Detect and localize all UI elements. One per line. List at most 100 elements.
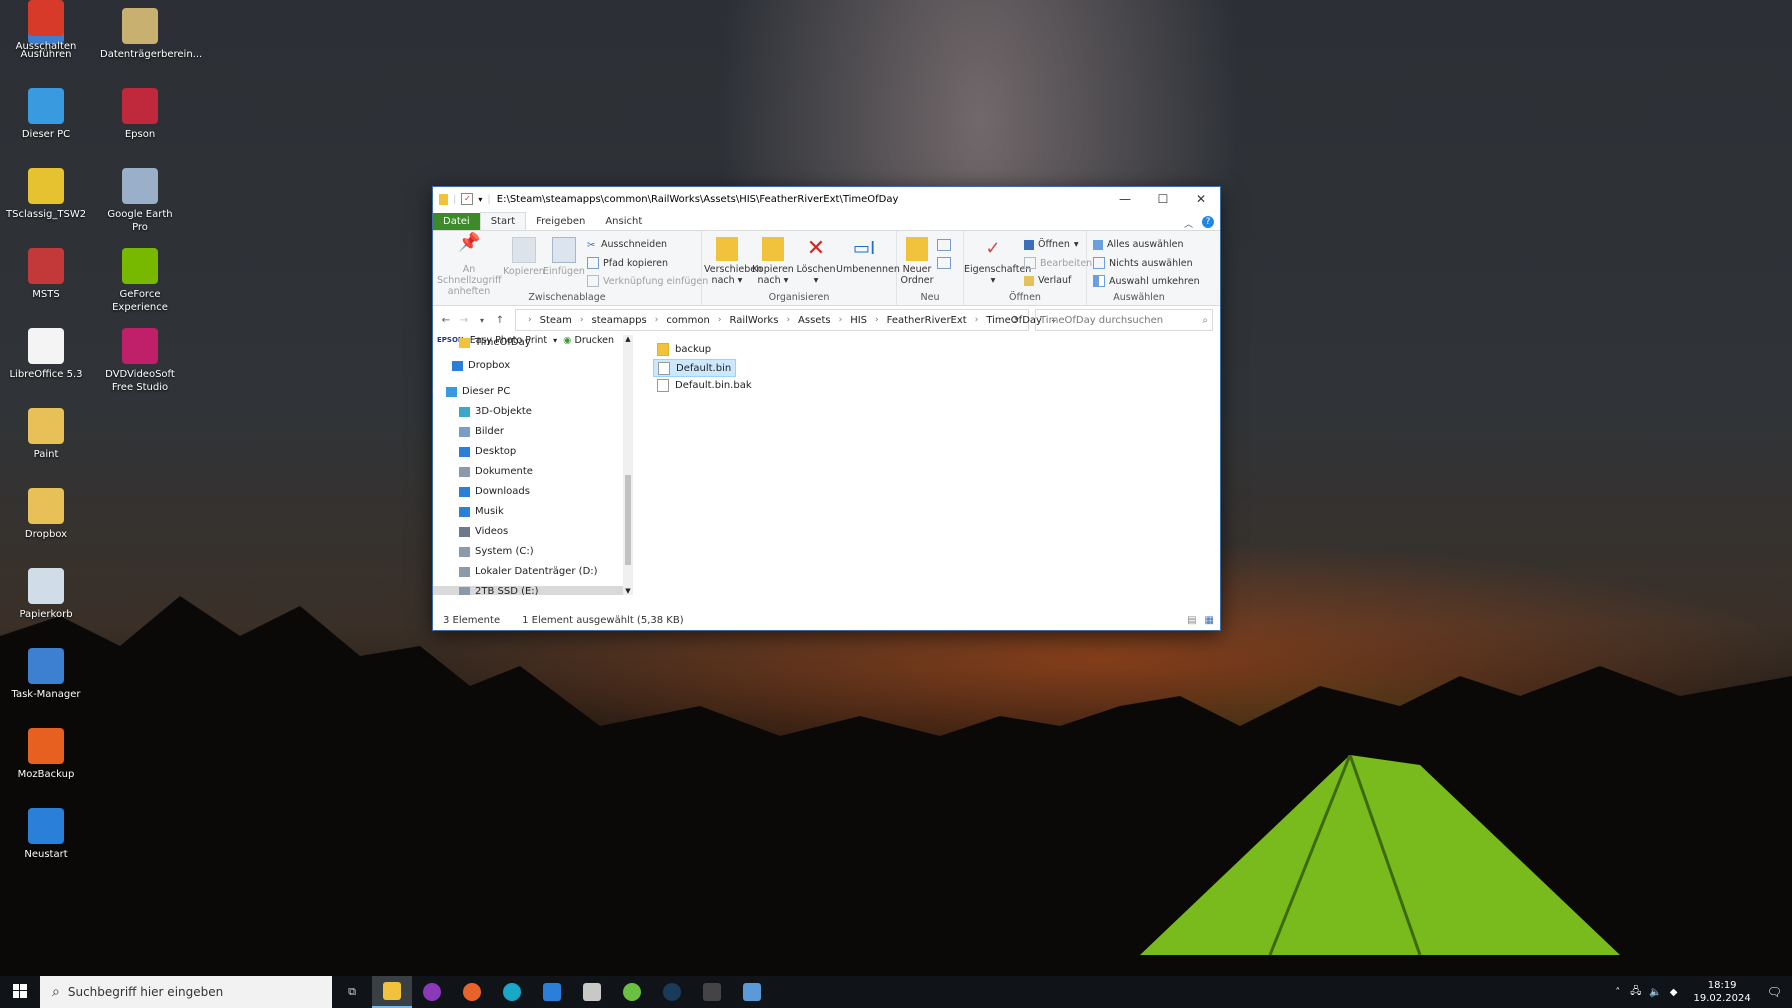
task-view-icon[interactable]: ⧉ [332,976,372,1008]
breadcrumb-item[interactable]: HIS [850,315,867,326]
paste-button[interactable]: Einfügen [541,237,587,277]
desktop-icon[interactable]: DVDVideoSoft Free Studio [100,328,180,394]
forward-arrow-icon[interactable]: → [455,315,473,326]
chevron-right-icon[interactable]: › [975,315,979,325]
recent-chevron-icon[interactable]: ▾ [473,316,491,325]
desktop-icon[interactable]: GeForce Experience [100,248,180,314]
cut-button[interactable]: ✂ Ausschneiden [587,239,667,251]
breadcrumb-item[interactable]: common [666,315,710,326]
scroll-down-arrow-icon[interactable]: ▼ [623,587,633,595]
properties-quick-icon[interactable]: ✓ [461,193,474,205]
chevron-right-icon[interactable]: › [580,315,584,325]
tree-item[interactable]: Dokumente [459,466,533,477]
taskbar-search-box[interactable]: ⌕ Suchbegriff hier eingeben [40,976,332,1008]
close-button[interactable]: ✕ [1182,187,1220,211]
network-icon[interactable]: 🖧 [1630,984,1641,1001]
tb-app-taskbar-icon[interactable] [692,976,732,1008]
back-arrow-icon[interactable]: ← [437,315,455,326]
taskbar-search-input[interactable]: Suchbegriff hier eingeben [68,985,223,999]
invert-selection-button[interactable]: Auswahl umkehren [1093,275,1200,287]
desktop-icon[interactable]: Ausschalten [6,0,86,53]
tree-item[interactable]: Bilder [459,426,504,437]
chevron-right-icon[interactable]: › [839,315,843,325]
tab-ansicht[interactable]: Ansicht [595,213,652,230]
title-bar[interactable]: | ✓ ▾ | E:\Steam\steamapps\common\RailWo… [433,187,1220,211]
tree-item[interactable]: Lokaler Datenträger (D:) [459,566,598,577]
file-explorer-taskbar-icon[interactable] [372,976,412,1008]
move-to-button[interactable]: Verschieben nach ▾ [704,237,762,286]
navigation-pane[interactable]: TimeOfDay Dropbox Dieser PC 3D-Objekte Bilde… [433,335,623,595]
file-item[interactable]: Default.bin.bak [653,377,756,393]
copy-path-button[interactable]: Pfad kopieren [587,257,668,269]
tree-item[interactable]: Musik [459,506,504,517]
steam-taskbar-icon[interactable] [652,976,692,1008]
chevron-right-icon[interactable]: › [528,315,532,325]
desktop-icon[interactable]: MozBackup [6,728,86,781]
collapse-ribbon-icon[interactable]: ︿ [1184,217,1198,230]
home-app-taskbar-icon[interactable] [572,976,612,1008]
desktop-icon[interactable]: MSTS [6,248,86,301]
desktop-icon[interactable]: Dieser PC [6,88,86,141]
breadcrumb-item[interactable]: RailWorks [729,315,778,326]
breadcrumb-item[interactable]: Assets [798,315,831,326]
tree-item[interactable]: 3D-Objekte [459,406,532,417]
breadcrumb-item[interactable]: steamapps [592,315,647,326]
breadcrumb[interactable]: › Steam › steamapps › common › RailWorks › Asset… [515,309,1058,331]
new-folder-button[interactable]: Neuer Ordner [899,237,935,286]
tree-item[interactable]: Videos [459,526,508,537]
volume-icon[interactable]: 🔈 [1649,987,1661,998]
scroll-thumb[interactable] [625,475,631,565]
tab-freigeben[interactable]: Freigeben [526,213,595,230]
clock[interactable]: 18:19 19.02.2024 [1694,979,1751,1005]
desktop-icon[interactable]: Papierkorb [6,568,86,621]
train-app-taskbar-icon[interactable] [732,976,772,1008]
maximize-button[interactable]: ☐ [1144,187,1182,211]
desktop-icon[interactable]: Google Earth Pro [100,168,180,234]
edge-taskbar-icon[interactable] [492,976,532,1008]
chevron-right-icon[interactable]: › [718,315,722,325]
mail-taskbar-icon[interactable] [532,976,572,1008]
copy-to-button[interactable]: Kopieren nach ▾ [750,237,796,286]
firefox-taskbar-icon[interactable] [452,976,492,1008]
breadcrumb-item[interactable]: Steam [540,315,572,326]
details-view-icon[interactable]: ▤ [1187,615,1196,626]
tree-item[interactable]: Dieser PC [446,386,510,397]
search-input[interactable]: TimeOfDay durchsuchen [1040,315,1163,326]
history-button[interactable]: Verlauf [1024,275,1071,286]
large-icons-view-icon[interactable]: ▦ [1205,615,1214,626]
refresh-icon[interactable]: ⟳ [1001,315,1029,326]
desktop-icon[interactable]: Epson [100,88,180,141]
tree-item[interactable]: Desktop [459,446,516,457]
delete-button[interactable]: ✕ Löschen ▾ [796,237,836,287]
file-list[interactable]: backup Default.bin Default.bin.bak [633,335,1220,595]
open-button[interactable]: Öffnen ▾ [1024,239,1079,250]
desktop-icon[interactable]: Neustart [6,808,86,861]
chevron-right-icon[interactable]: › [655,315,659,325]
up-arrow-icon[interactable]: ↑ [491,315,509,326]
chevron-down-icon[interactable]: ▾ [478,195,482,204]
breadcrumb-item[interactable]: FeatherRiverExt [887,315,967,326]
tree-item[interactable]: 2TB SSD (E:) [433,586,623,595]
file-item[interactable]: backup [653,341,715,357]
new-item-icon[interactable] [937,239,951,251]
green-app-taskbar-icon[interactable] [612,976,652,1008]
file-item[interactable]: Default.bin [653,359,737,377]
tab-datei[interactable]: Datei [433,213,480,230]
tree-item[interactable]: Downloads [459,486,530,497]
tree-item[interactable]: System (C:) [459,546,534,557]
desktop-icon[interactable]: Datenträgerberein... [100,8,202,61]
dropbox-tray-icon[interactable]: ◆ [1670,987,1678,998]
chevron-right-icon[interactable]: › [875,315,879,325]
notification-icon[interactable]: 🗨 [1767,985,1782,999]
tree-item[interactable]: Dropbox [452,360,510,371]
tray-chevron-up-icon[interactable]: ˄ [1615,987,1620,998]
desktop-icon[interactable]: Task-Manager [6,648,86,701]
desktop-icon[interactable]: Dropbox [6,488,86,541]
app-mask-taskbar-icon[interactable] [412,976,452,1008]
edit-button[interactable]: Bearbeiten [1024,257,1092,269]
select-none-button[interactable]: Nichts auswählen [1093,257,1193,269]
nav-scrollbar[interactable]: ▲ ▼ [623,335,633,595]
tree-item[interactable]: TimeOfDay [459,337,531,348]
easy-access-icon[interactable] [937,257,951,269]
pin-quick-access-button[interactable]: 📌 An Schnellzugriff anheften [437,234,502,298]
